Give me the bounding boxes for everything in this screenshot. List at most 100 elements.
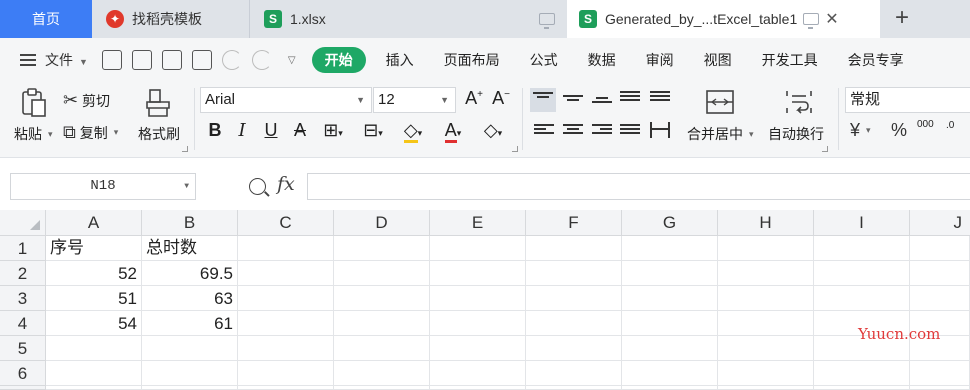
column-header-b[interactable]: B (142, 210, 238, 236)
menu-tab-formulas[interactable]: 公式 (515, 50, 573, 70)
monitor-icon[interactable] (803, 13, 820, 29)
align-center-icon[interactable] (563, 124, 583, 138)
cell-a6[interactable] (46, 361, 142, 386)
monitor-icon[interactable] (539, 13, 555, 29)
cell-d6[interactable] (334, 361, 430, 386)
cell-j7[interactable] (910, 386, 970, 390)
borders-icon[interactable]: ⊞▾ (317, 120, 349, 141)
row-header-1[interactable]: 1 (0, 236, 46, 261)
print-icon[interactable] (161, 50, 182, 70)
cell-h1[interactable] (718, 236, 814, 261)
cell-c2[interactable] (238, 261, 334, 286)
increase-font-icon[interactable]: A+ (462, 88, 486, 109)
menu-icon[interactable] (20, 54, 36, 66)
cell-d7[interactable] (334, 386, 430, 390)
cell-f5[interactable] (526, 336, 622, 361)
cell-a5[interactable] (46, 336, 142, 361)
column-header-i[interactable]: I (814, 210, 910, 236)
thousands-button[interactable]: 000 (917, 120, 934, 130)
tab-template[interactable]: ✦ 找稻壳模板 (92, 0, 249, 38)
cell-style-icon[interactable]: ⊟▾ (357, 120, 389, 141)
cell-h3[interactable] (718, 286, 814, 311)
cell-a3[interactable]: 51 (46, 286, 142, 311)
cell-d3[interactable] (334, 286, 430, 311)
cell-c3[interactable] (238, 286, 334, 311)
tab-file2-active[interactable]: S Generated_by_...tExcel_table1 ✕ (567, 0, 880, 38)
cell-c1[interactable] (238, 236, 334, 261)
font-size-select[interactable]: 12 ▼ (373, 87, 456, 113)
cell-i7[interactable] (814, 386, 910, 390)
redo-icon[interactable] (251, 50, 272, 70)
merge-center-icon[interactable] (705, 88, 735, 116)
currency-button[interactable]: ¥ ▾ (850, 120, 871, 141)
format-painter-button[interactable]: 格式刷 (138, 124, 180, 144)
align-left-icon[interactable] (534, 124, 554, 138)
strikethrough-icon[interactable]: A (288, 120, 312, 141)
menu-tab-developer[interactable]: 开发工具 (747, 50, 833, 70)
increase-indent-icon[interactable] (650, 91, 670, 105)
menu-tab-member[interactable]: 会员专享 (833, 50, 919, 70)
cell-g4[interactable] (622, 311, 718, 336)
cell-h2[interactable] (718, 261, 814, 286)
cell-i1[interactable] (814, 236, 910, 261)
cell-j3[interactable] (910, 286, 970, 311)
cell-j1[interactable] (910, 236, 970, 261)
cell-e4[interactable] (430, 311, 526, 336)
italic-icon[interactable]: I (230, 120, 254, 141)
tab-home[interactable]: 首页 (0, 0, 92, 38)
cell-b3[interactable]: 63 (142, 286, 238, 311)
cell-c5[interactable] (238, 336, 334, 361)
copy-button[interactable]: ⧉ 复制 ▾ (63, 122, 118, 143)
clear-format-icon[interactable]: ◇▾ (477, 120, 509, 141)
cell-e7[interactable] (430, 386, 526, 390)
paste-button[interactable]: 粘贴 ▾ (14, 124, 53, 144)
decrease-indent-icon[interactable] (620, 91, 640, 105)
percent-button[interactable]: % (891, 120, 907, 141)
print-preview-icon[interactable] (191, 50, 212, 70)
export-pdf-icon[interactable] (131, 50, 152, 70)
align-bottom-icon[interactable] (592, 97, 612, 111)
row-header-4[interactable]: 4 (0, 311, 46, 336)
formula-input[interactable] (307, 173, 970, 200)
row-header-6[interactable]: 6 (0, 361, 46, 386)
column-header-f[interactable]: F (526, 210, 622, 236)
cell-g7[interactable] (622, 386, 718, 390)
cell-j2[interactable] (910, 261, 970, 286)
cell-b4[interactable]: 61 (142, 311, 238, 336)
wrap-text-button[interactable]: 自动换行 (768, 124, 824, 144)
fill-color-icon[interactable]: ◇▾ (397, 120, 429, 143)
bold-icon[interactable]: B (203, 120, 227, 141)
cell-f4[interactable] (526, 311, 622, 336)
cell-d4[interactable] (334, 311, 430, 336)
menu-tab-view[interactable]: 视图 (689, 50, 747, 70)
column-header-c[interactable]: C (238, 210, 334, 236)
cell-a2[interactable]: 52 (46, 261, 142, 286)
cell-g2[interactable] (622, 261, 718, 286)
cell-a7[interactable] (46, 386, 142, 390)
row-header-5[interactable]: 5 (0, 336, 46, 361)
cell-b1[interactable]: 总时数 (142, 236, 238, 261)
cell-f3[interactable] (526, 286, 622, 311)
format-painter-icon[interactable] (145, 88, 173, 118)
name-box[interactable]: N18 ▼ (10, 173, 196, 200)
cell-e5[interactable] (430, 336, 526, 361)
decrease-font-icon[interactable]: A− (489, 88, 513, 109)
column-header-d[interactable]: D (334, 210, 430, 236)
cut-button[interactable]: ✂ 剪切 (63, 90, 110, 111)
column-header-e[interactable]: E (430, 210, 526, 236)
column-header-g[interactable]: G (622, 210, 718, 236)
save-icon[interactable] (101, 50, 122, 70)
dialog-launcher-icon[interactable] (512, 146, 518, 152)
menu-tab-data[interactable]: 数据 (573, 50, 631, 70)
cell-b7[interactable] (142, 386, 238, 390)
cell-i2[interactable] (814, 261, 910, 286)
underline-icon[interactable]: U (259, 120, 283, 141)
cell-a4[interactable]: 54 (46, 311, 142, 336)
cell-h6[interactable] (718, 361, 814, 386)
cell-g1[interactable] (622, 236, 718, 261)
align-middle-icon[interactable] (563, 95, 583, 109)
cell-c7[interactable] (238, 386, 334, 390)
column-header-h[interactable]: H (718, 210, 814, 236)
dialog-launcher-icon[interactable] (822, 146, 828, 152)
paste-icon[interactable] (20, 88, 48, 118)
